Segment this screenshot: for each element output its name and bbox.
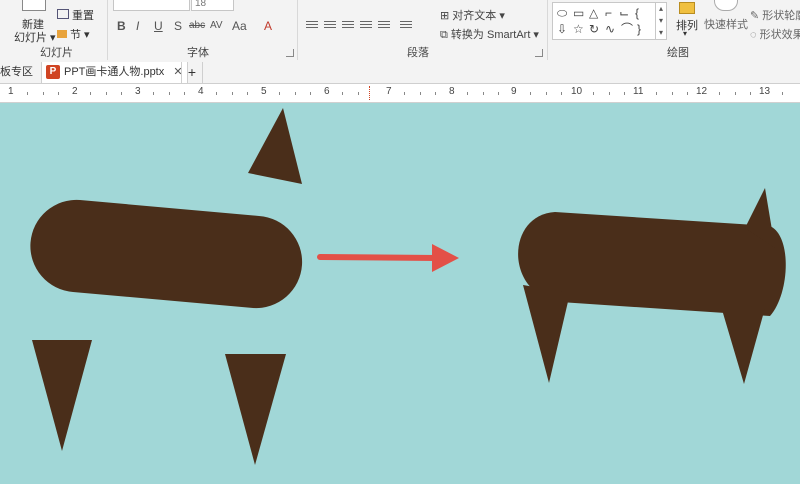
font-group-label: 字体	[187, 47, 209, 59]
tab-current-presentation[interactable]: P PPT画卡通人物.pptx ✕	[41, 62, 188, 83]
triangle-shape-icon[interactable]: △	[589, 7, 598, 19]
gallery-scroll[interactable]: ▴ ▾ ▾	[655, 2, 667, 40]
ruler-number: 6	[324, 86, 330, 97]
ear-triangle[interactable]	[248, 108, 302, 184]
arrange-icon	[679, 2, 695, 14]
paragraph-group-label: 段落	[407, 47, 429, 59]
reset-button[interactable]: 重置	[57, 7, 94, 23]
ruler-number: 10	[571, 86, 583, 97]
arrow-shaft[interactable]	[317, 254, 440, 261]
back-leg-triangle[interactable]	[225, 354, 286, 465]
ruler-number: 12	[696, 86, 708, 97]
section-button[interactable]: 节 ▾	[57, 26, 90, 42]
align-center-icon[interactable]	[324, 21, 336, 30]
ruler-number: 5	[261, 86, 267, 97]
ruler-number: 11	[633, 86, 644, 97]
curve-shape-icon[interactable]: ↻	[589, 23, 599, 35]
ribbon: 新建 幻灯片 ▾ 重置 节 ▾ 幻灯片 18 B I U S abc AV Aa…	[0, 0, 800, 63]
ruler-number: 2	[72, 86, 78, 97]
combined-shape[interactable]	[518, 188, 786, 384]
distribute-icon[interactable]	[378, 21, 390, 30]
separator	[547, 0, 548, 60]
paragraph-dialog-launcher-icon[interactable]	[535, 49, 543, 57]
ruler-cursor-marker	[369, 86, 370, 100]
convert-smartart-button[interactable]: ⧉ 转换为 SmartArt ▾	[440, 26, 539, 42]
body-rounded-rectangle[interactable]	[30, 199, 303, 309]
ruler-number: 9	[511, 86, 517, 97]
new-tab-button[interactable]: +	[181, 62, 203, 83]
section-icon	[57, 30, 67, 38]
horizontal-ruler: 1 2 3 4 5 6 7 8 9 10 11 12 13	[0, 84, 800, 103]
align-text-button[interactable]: ⊞ 对齐文本 ▾	[440, 7, 505, 23]
ruler-number: 1	[8, 86, 14, 97]
font-size-box[interactable]: 18	[191, 0, 234, 11]
slide-canvas[interactable]	[0, 103, 800, 484]
shape-outline-button[interactable]: ✎ 形状轮廓	[750, 7, 800, 23]
freeform-shape-icon[interactable]: ∿	[605, 23, 615, 35]
justify-icon[interactable]	[360, 21, 372, 30]
new-slide-icon	[22, 0, 46, 11]
drawing-group-label: 绘图	[667, 47, 689, 59]
separator	[297, 0, 298, 60]
font-name-box[interactable]	[113, 0, 190, 11]
reset-icon	[57, 9, 69, 19]
tab-template-area[interactable]: 板专区	[0, 62, 33, 83]
align-right-icon[interactable]	[342, 21, 354, 30]
arrange-dropdown-icon[interactable]: ▾	[683, 29, 687, 38]
brace-shape-icon[interactable]: {	[635, 7, 639, 19]
slides-group-label: 幻灯片	[40, 47, 73, 59]
shape-effects-button[interactable]: ◌ 形状效果	[750, 26, 800, 42]
ruler-number: 13	[759, 86, 771, 97]
new-slide-dropdown[interactable]: 幻灯片 ▾	[14, 29, 56, 45]
rectangle-shape-icon[interactable]: ▭	[573, 7, 584, 19]
shadow-button[interactable]: S	[174, 19, 182, 33]
oval-shape-icon[interactable]: ⬭	[557, 7, 567, 19]
italic-button[interactable]: I	[136, 19, 139, 33]
font-color-button[interactable]: A	[264, 19, 272, 33]
change-case-button[interactable]: Aa	[232, 19, 247, 33]
underline-button[interactable]: U	[154, 19, 163, 33]
ruler-number: 8	[449, 86, 455, 97]
star-shape-icon[interactable]: ☆	[573, 23, 584, 35]
powerpoint-file-icon: P	[46, 65, 60, 80]
separator	[107, 0, 108, 60]
arc-shape-icon[interactable]: ⌒	[621, 23, 633, 35]
strikethrough-button[interactable]: abc	[189, 20, 205, 31]
connector-shape-icon[interactable]: ⌙	[619, 7, 629, 19]
shape-gallery[interactable]: ⬭ ▭ △ ⌐ ⌙ { ⇩ ☆ ↻ ∿ ⌒ }	[552, 2, 656, 40]
slide-shapes	[30, 108, 786, 465]
quick-styles-icon	[714, 0, 738, 11]
arrow-head[interactable]	[432, 244, 459, 272]
ruler-number: 7	[386, 86, 392, 97]
document-tab-bar: 板专区 P PPT画卡通人物.pptx ✕ +	[0, 62, 800, 84]
font-dialog-launcher-icon[interactable]	[286, 49, 294, 57]
quick-styles-button[interactable]: 快速样式	[704, 16, 748, 32]
align-left-icon[interactable]	[306, 21, 318, 30]
ruler-number: 4	[198, 86, 204, 97]
bold-button[interactable]: B	[117, 19, 126, 33]
character-spacing-button[interactable]: AV	[210, 20, 223, 31]
front-leg-triangle[interactable]	[32, 340, 92, 451]
arrow-shape-icon[interactable]: ⇩	[557, 23, 567, 35]
elbow-shape-icon[interactable]: ⌐	[605, 7, 612, 19]
bracket-shape-icon[interactable]: }	[637, 23, 641, 35]
columns-icon[interactable]	[400, 21, 412, 30]
ruler-number: 3	[135, 86, 141, 97]
